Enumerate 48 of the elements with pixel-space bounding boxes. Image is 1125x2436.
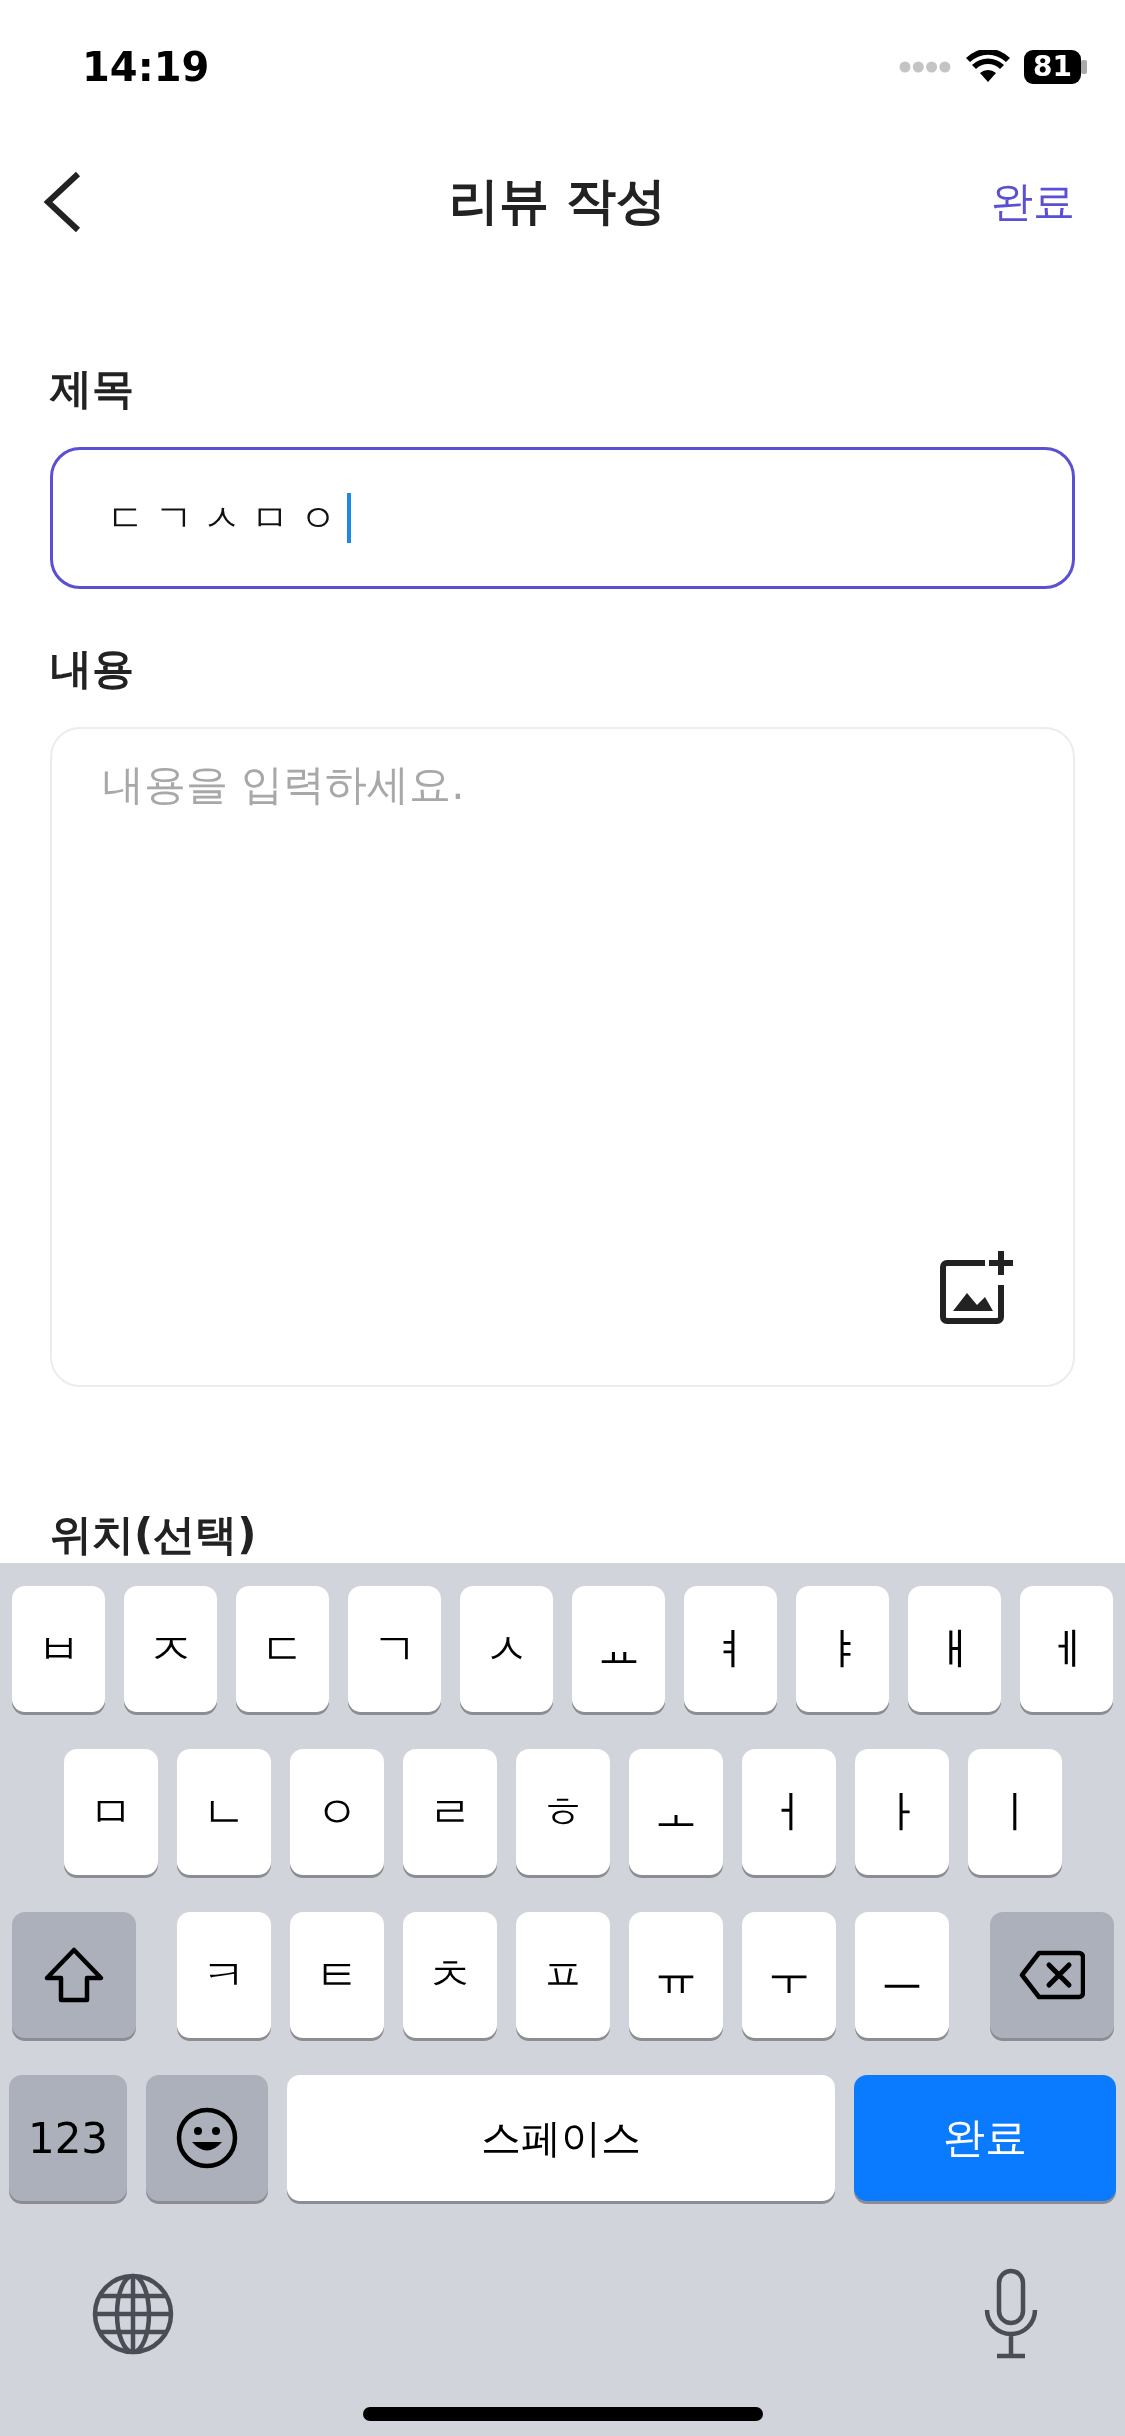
keyboard-key[interactable]: ㅓ (741, 1749, 836, 1875)
keyboard-key[interactable]: ㅗ (628, 1749, 723, 1875)
space-key[interactable]: 스페이스 (287, 2075, 835, 2201)
keyboard-key[interactable]: ㄴ (176, 1749, 271, 1875)
title-label: 제목 (50, 363, 135, 415)
keyboard-key[interactable]: ㅏ (854, 1749, 949, 1875)
keyboard-key[interactable]: ㅣ (967, 1749, 1062, 1875)
keyboard-key[interactable]: ㅋ (176, 1912, 271, 2038)
shift-icon (42, 1946, 105, 2004)
globe-icon (91, 2272, 175, 2356)
battery-level: 81 (1024, 50, 1081, 85)
shift-key[interactable] (11, 1912, 136, 2038)
delete-key[interactable] (989, 1912, 1114, 2038)
keyboard-key[interactable]: ㅕ (684, 1586, 777, 1712)
keyboard-key[interactable]: ㅔ (1020, 1586, 1113, 1712)
emoji-key[interactable] (146, 2075, 268, 2201)
keyboard-key[interactable]: ㅌ (289, 1912, 384, 2038)
keyboard-key[interactable]: ㅈ (124, 1586, 217, 1712)
text-cursor (347, 493, 351, 543)
content-label: 내용 (50, 643, 135, 695)
location-label: 위치(선택) (50, 1509, 258, 1561)
done-key[interactable]: 완료 (854, 2075, 1116, 2201)
keyboard-key[interactable]: ㅁ (63, 1749, 158, 1875)
title-field[interactable]: ㄷㄱㅅㅁㅇ (50, 447, 1075, 589)
content-placeholder: 내용을 입력하세요. (102, 759, 466, 811)
keyboard-key[interactable]: ㄷ (236, 1586, 329, 1712)
cellular-signal-icon (898, 60, 953, 75)
keyboard-key[interactable]: ㅂ (12, 1586, 105, 1712)
keyboard-key[interactable]: ㅜ (741, 1912, 836, 2038)
numbers-key[interactable]: 123 (9, 2075, 127, 2201)
keyboard-key[interactable]: ㅅ (460, 1586, 553, 1712)
done-button[interactable]: 완료 (991, 173, 1075, 230)
keyboard-key[interactable]: ㅎ (515, 1749, 610, 1875)
battery-tip-icon (1081, 60, 1087, 75)
keyboard-key[interactable]: ㅍ (515, 1912, 610, 2038)
backspace-icon (1018, 1950, 1085, 2000)
keyboard-key[interactable]: ㅇ (289, 1749, 384, 1875)
keyboard-key[interactable]: ㅑ (796, 1586, 889, 1712)
keyboard-key[interactable]: ㅡ (854, 1912, 949, 2038)
keyboard-key[interactable]: ㅊ (402, 1912, 497, 2038)
keyboard-key[interactable]: ㅛ (572, 1586, 665, 1712)
smiley-icon (176, 2107, 238, 2169)
keyboard-key[interactable]: ㅐ (908, 1586, 1001, 1712)
keyboard-key[interactable]: ㄹ (402, 1749, 497, 1875)
keyboard-key[interactable]: ㅠ (628, 1912, 723, 2038)
keyboard-key[interactable]: ㄱ (348, 1586, 441, 1712)
page-title: 리뷰 작성 (448, 171, 667, 233)
status-time: 14:19 (82, 44, 210, 91)
